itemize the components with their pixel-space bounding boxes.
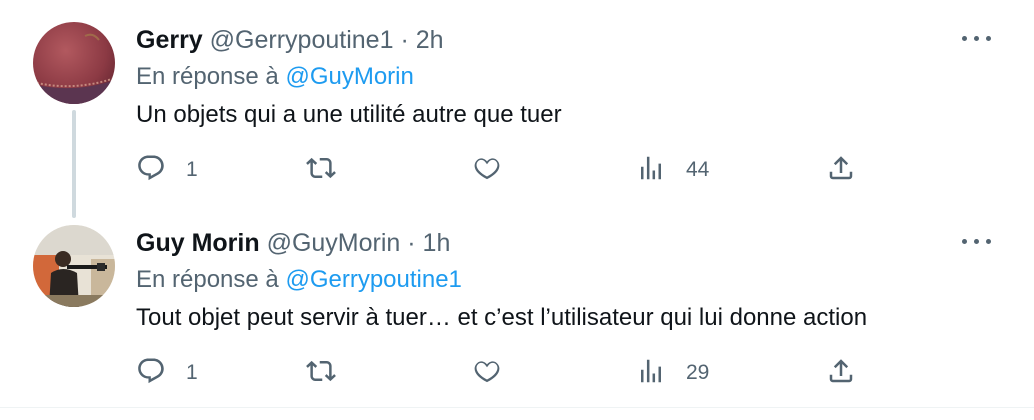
reply-thread: Gerry @Gerrypoutine1 · 2h En réponse à @… (0, 0, 1034, 420)
reply-button[interactable]: 1 (136, 353, 198, 393)
tweet-header: Guy Morin @GuyMorin · 1h (136, 228, 450, 258)
tweet-text: Tout objet peut servir à tuer… et c’est … (136, 304, 868, 331)
reply-button[interactable]: 1 (136, 150, 198, 190)
views-icon (636, 356, 666, 391)
like-button[interactable] (472, 353, 522, 393)
display-name[interactable]: Gerry (136, 26, 203, 54)
reply-to-link[interactable]: @Gerrypoutine1 (285, 266, 461, 293)
reply-count: 1 (186, 361, 198, 384)
tweet[interactable]: Guy Morin @GuyMorin · 1h En réponse à @G… (0, 203, 1034, 403)
action-bar: 1 44 (136, 150, 876, 190)
views-count: 29 (686, 361, 710, 384)
more-icon[interactable] (962, 33, 992, 45)
user-handle[interactable]: @Gerrypoutine1 (210, 26, 394, 54)
views-icon (636, 153, 666, 188)
like-icon (472, 153, 502, 188)
retweet-icon (306, 356, 336, 391)
like-icon (472, 356, 502, 391)
tweet-text: Un objets qui a une utilité autre que tu… (136, 101, 562, 128)
retweet-button[interactable] (306, 150, 356, 190)
reply-context: En réponse à @GuyMorin (136, 62, 414, 92)
views-button[interactable]: 44 (636, 150, 709, 190)
divider (0, 407, 1034, 408)
thread-line (72, 110, 76, 218)
reply-icon (136, 153, 166, 188)
reply-prefix: En réponse à (136, 63, 279, 90)
timestamp[interactable]: 1h (423, 229, 451, 257)
timestamp[interactable]: 2h (416, 26, 444, 54)
separator: · (400, 26, 409, 54)
views-button[interactable]: 29 (636, 353, 709, 393)
avatar[interactable] (33, 22, 115, 104)
user-handle[interactable]: @GuyMorin (267, 229, 401, 257)
share-button[interactable] (826, 150, 856, 190)
share-button[interactable] (826, 353, 856, 393)
views-count: 44 (686, 158, 710, 181)
action-bar: 1 29 (136, 353, 876, 393)
retweet-button[interactable] (306, 353, 356, 393)
tweet-header: Gerry @Gerrypoutine1 · 2h (136, 25, 444, 55)
reply-to-link[interactable]: @GuyMorin (285, 63, 413, 90)
like-button[interactable] (472, 150, 522, 190)
reply-prefix: En réponse à (136, 266, 279, 293)
separator: · (407, 229, 416, 257)
more-icon[interactable] (962, 236, 992, 248)
reply-count: 1 (186, 158, 198, 181)
tweet[interactable]: Gerry @Gerrypoutine1 · 2h En réponse à @… (0, 0, 1034, 218)
retweet-icon (306, 153, 336, 188)
display-name[interactable]: Guy Morin (136, 229, 260, 257)
reply-icon (136, 356, 166, 391)
share-icon (826, 153, 856, 188)
reply-context: En réponse à @Gerrypoutine1 (136, 265, 462, 295)
share-icon (826, 356, 856, 391)
avatar[interactable] (33, 225, 115, 307)
